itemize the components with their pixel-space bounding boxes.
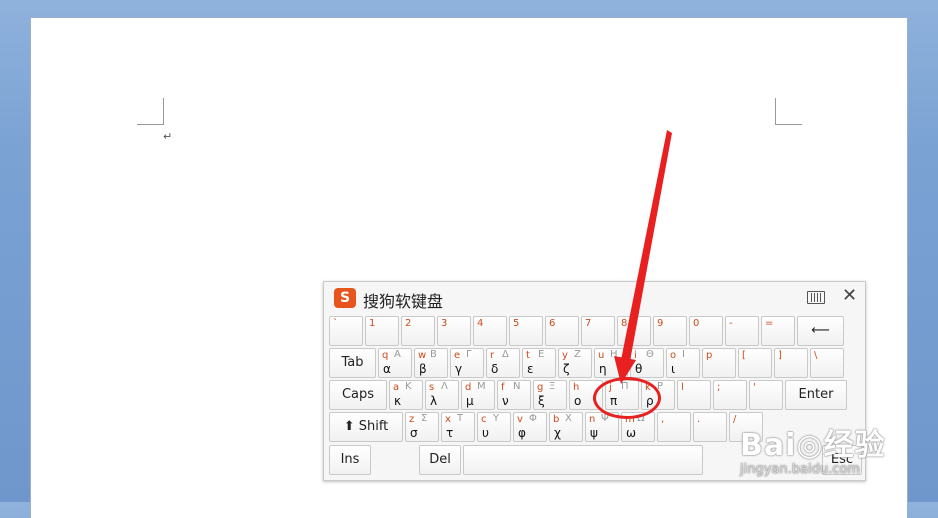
watermark: Bai◎经验 jingyan.baidu.com [740, 420, 938, 500]
watermark-sub: jingyan.baidu.com [740, 462, 860, 477]
watermark-main: Bai◎经验 [740, 428, 886, 463]
